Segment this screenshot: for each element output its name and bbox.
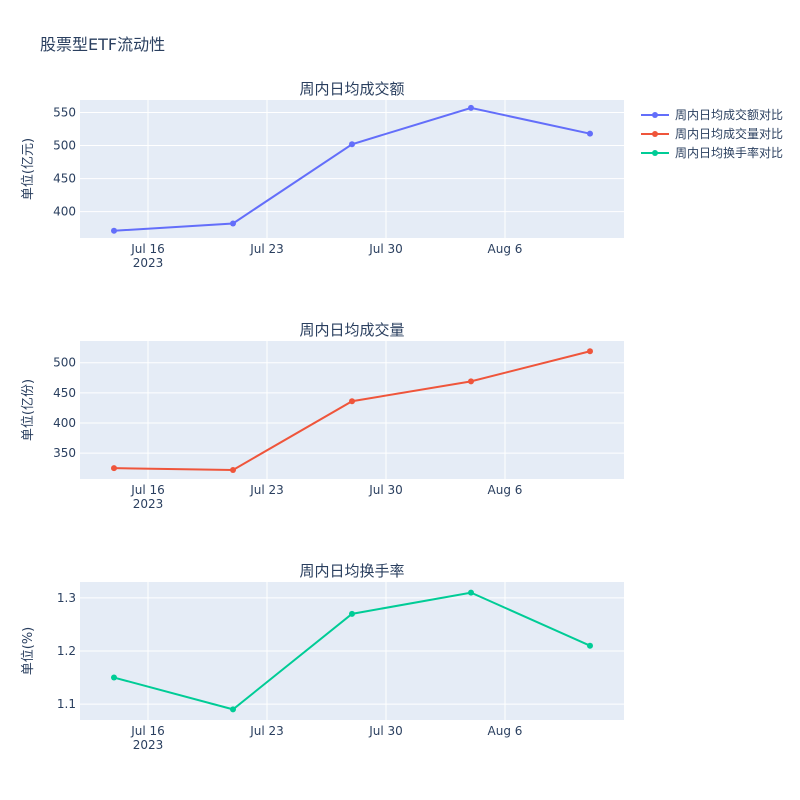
data-point (468, 378, 474, 385)
data-point (349, 398, 355, 405)
legend-swatch-marker (652, 131, 658, 137)
y-tick-label: 400 (53, 205, 76, 219)
data-point (468, 589, 474, 596)
y-tick-label: 500 (53, 139, 76, 153)
legend: 周内日均成交额对比周内日均成交量对比周内日均换手率对比 (641, 107, 783, 160)
data-point (111, 227, 117, 234)
y-tick-label: 400 (53, 416, 76, 430)
y-axis-label: 单位(%) (21, 627, 36, 676)
y-tick-label: 1.2 (57, 644, 76, 658)
y-tick-label: 450 (53, 172, 76, 186)
x-tick-label: Jul 16 (130, 724, 165, 738)
data-point (349, 141, 355, 148)
y-tick-label: 1.1 (57, 697, 76, 711)
legend-label: 周内日均成交量对比 (675, 126, 783, 141)
data-point (587, 642, 593, 649)
subplot-title: 周内日均成交额 (299, 80, 404, 98)
x-tick-label: Jul 16 (130, 483, 165, 497)
x-tick-label: Jul 30 (368, 242, 403, 256)
y-axis-label: 单位(亿元) (21, 138, 36, 200)
x-tick-label: Jul 23 (249, 242, 284, 256)
y-tick-label: 500 (53, 356, 76, 370)
x-tick-label: Aug 6 (488, 724, 523, 738)
data-point (111, 674, 117, 681)
x-tick-label: Jul 23 (249, 483, 284, 497)
x-tick-label: Jul 30 (368, 483, 403, 497)
plot-area (80, 341, 624, 479)
legend-item[interactable]: 周内日均成交额对比 (641, 107, 783, 122)
data-point (587, 348, 593, 355)
figure-title: 股票型ETF流动性 (40, 35, 165, 54)
chart-figure: 股票型ETF流动性 Jul 162023Jul 23 Jul 30 Aug 6400… (21, 35, 783, 752)
data-point (230, 220, 236, 227)
legend-item[interactable]: 周内日均换手率对比 (641, 145, 783, 160)
plot-area (80, 100, 624, 238)
x-tick-sublabel: 2023 (133, 256, 164, 270)
data-point (230, 466, 236, 473)
data-point (468, 104, 474, 111)
legend-swatch-marker (652, 150, 658, 156)
subplot-3: Jul 162023 Jul 23 Jul 30 Aug 6 1.1 1.2 1.3 周内日均… (21, 562, 624, 752)
subplot-title: 周内日均换手率 (299, 562, 404, 580)
legend-label: 周内日均换手率对比 (675, 145, 783, 160)
x-tick-label: Aug 6 (488, 242, 523, 256)
x-tick-label: Jul 16 (130, 242, 165, 256)
x-tick-label: Aug 6 (488, 483, 523, 497)
data-point (111, 465, 117, 472)
y-tick-label: 550 (53, 106, 76, 120)
x-tick-label: Jul 23 (249, 724, 284, 738)
subplot-2: Jul 162023 Jul 23 Jul 30 Aug 6 350 400 450 500 周… (21, 321, 624, 511)
x-tick-sublabel: 2023 (133, 497, 164, 511)
legend-item[interactable]: 周内日均成交量对比 (641, 126, 783, 141)
y-tick-label: 350 (53, 446, 76, 460)
legend-swatch-marker (652, 112, 658, 118)
subplot-title: 周内日均成交量 (299, 321, 404, 339)
x-tick-sublabel: 2023 (133, 738, 164, 752)
y-axis-label: 单位(亿份) (21, 379, 36, 441)
x-tick-label: Jul 30 (368, 724, 403, 738)
subplot-1: Jul 162023 Jul 23 Jul 30 Aug 6 400 450 500 550 周… (21, 80, 624, 270)
data-point (587, 130, 593, 137)
y-tick-label: 450 (53, 386, 76, 400)
data-point (349, 610, 355, 617)
y-tick-label: 1.3 (57, 591, 76, 605)
legend-label: 周内日均成交额对比 (675, 107, 783, 122)
data-point (230, 706, 236, 713)
